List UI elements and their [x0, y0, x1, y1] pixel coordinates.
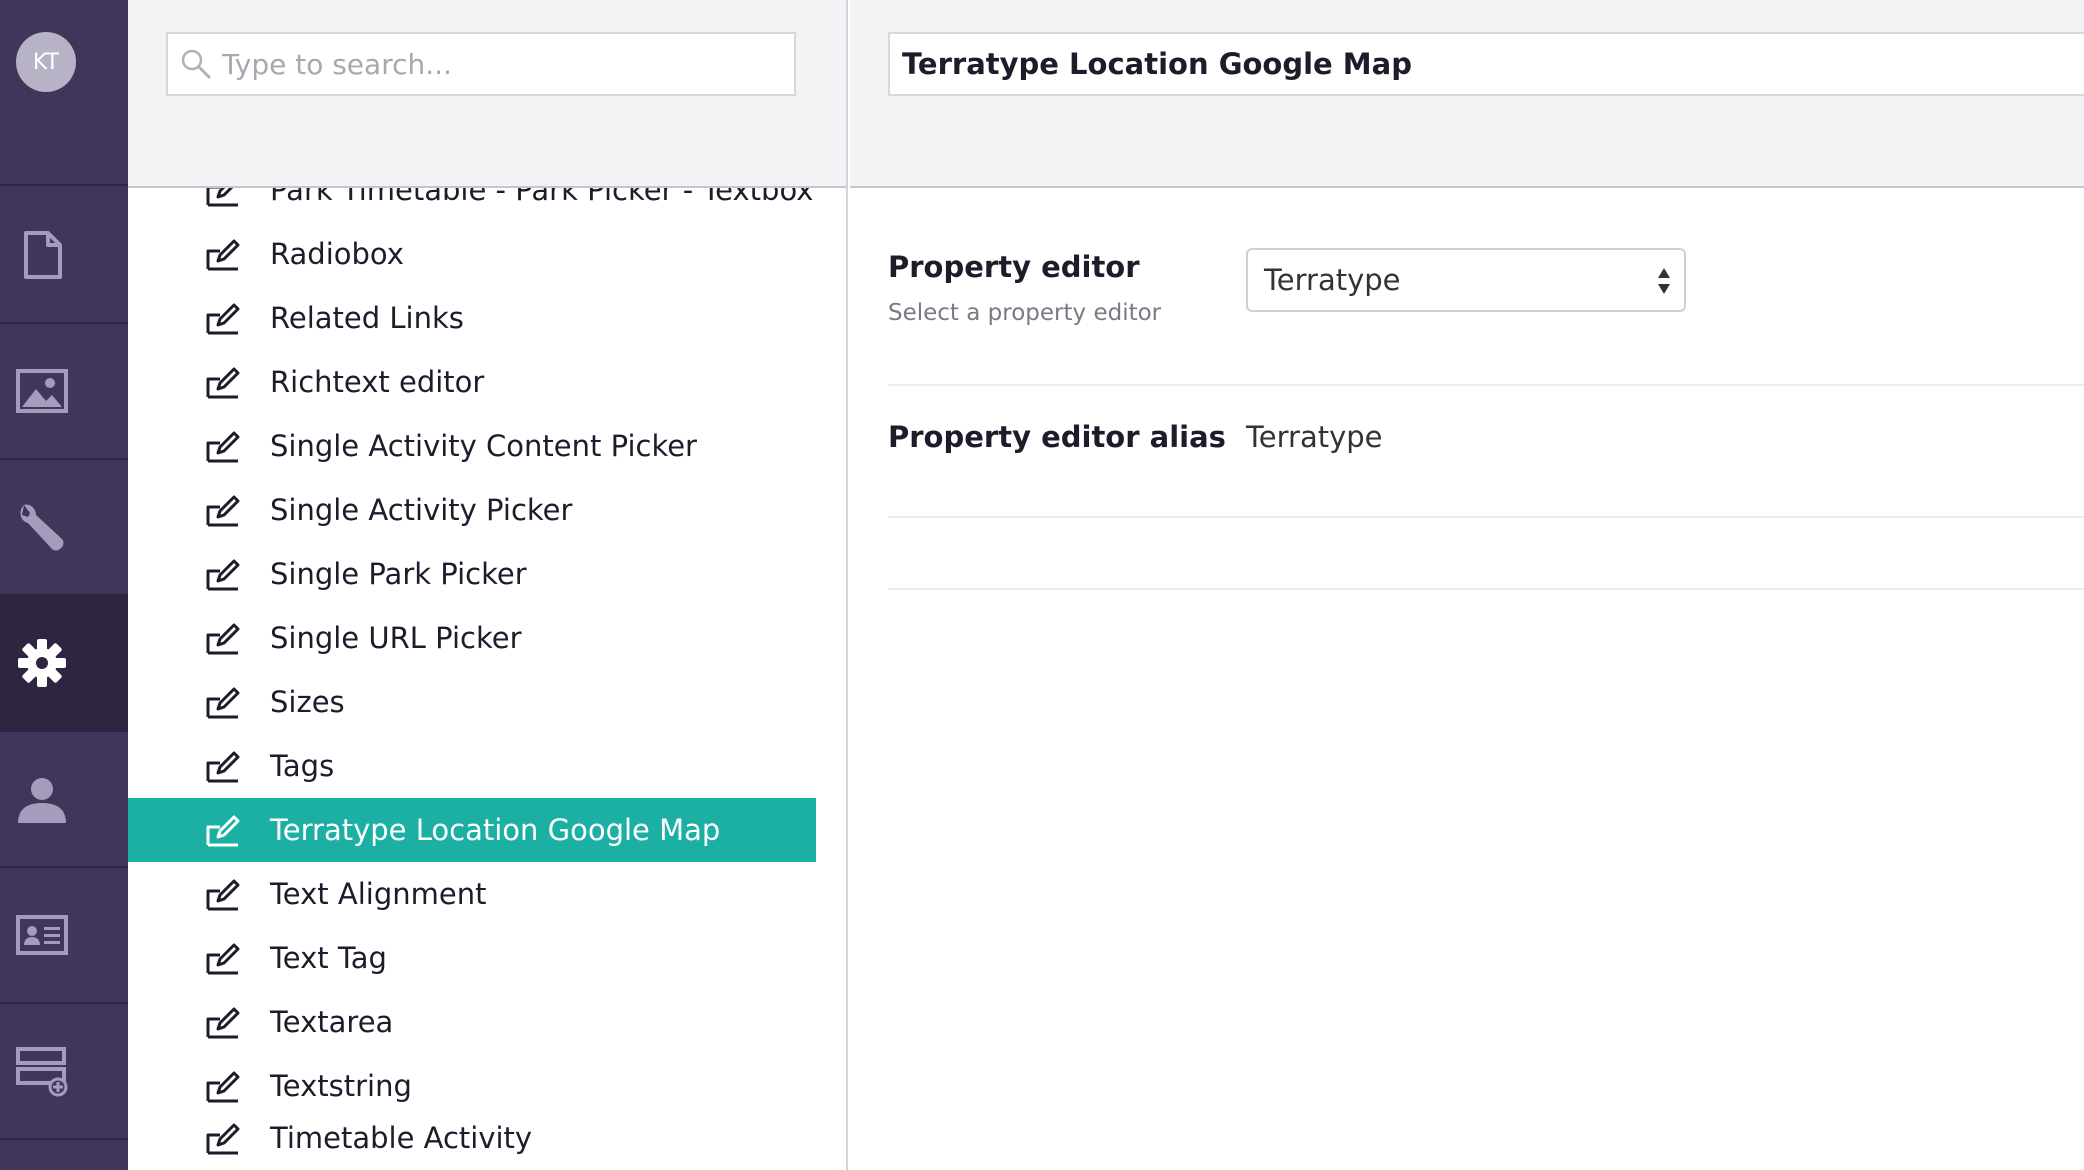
edit-icon [206, 943, 240, 975]
list-item[interactable]: Single Park Picker [128, 542, 816, 606]
property-editor-label: Property editor [888, 250, 1140, 284]
property-editor-alias-value: Terratype [1246, 420, 1383, 454]
nav-members[interactable] [0, 868, 128, 1004]
edit-icon [206, 303, 240, 335]
user-icon [18, 778, 66, 823]
list-item[interactable]: Richtext editor [128, 350, 816, 414]
edit-icon [206, 623, 240, 655]
list-item[interactable]: Related Links [128, 286, 816, 350]
edit-icon [206, 1071, 240, 1103]
edit-icon [206, 751, 240, 783]
list-item[interactable]: Single URL Picker [128, 606, 816, 670]
tree-header [128, 0, 846, 188]
list-item[interactable]: Park Timetable - Park Picker - Textbox [128, 188, 816, 222]
divider [888, 384, 2084, 386]
document-icon [24, 231, 62, 279]
edit-icon [206, 188, 238, 207]
list-item[interactable]: Single Activity Content Picker [128, 414, 816, 478]
select-arrows-icon [1658, 268, 1670, 294]
edit-icon [206, 879, 240, 911]
list-item[interactable]: Tags [128, 734, 816, 798]
nav-developer[interactable] [0, 460, 128, 596]
edit-icon [206, 1007, 240, 1039]
list-item[interactable]: Radiobox [128, 222, 816, 286]
avatar[interactable]: KT [16, 32, 76, 92]
editor-header: Terratype Location Google Map [850, 0, 2084, 188]
list-item[interactable]: Timetable Activity [128, 1106, 816, 1170]
list-item[interactable]: Textarea [128, 990, 816, 1054]
edit-icon [206, 239, 240, 271]
divider [888, 588, 2084, 590]
list-item[interactable]: Sizes [128, 670, 816, 734]
name-field[interactable]: Terratype Location Google Map [888, 32, 2084, 96]
edit-icon [206, 367, 240, 399]
form-add-icon [16, 1047, 68, 1097]
nav-settings[interactable] [0, 596, 128, 732]
property-editor-alias-label: Property editor alias [888, 420, 1226, 454]
gear-icon [18, 639, 66, 687]
avatar-area: KT [0, 0, 128, 186]
list-item[interactable]: Text Tag [128, 926, 816, 990]
wrench-icon [20, 504, 64, 551]
edit-icon [206, 687, 240, 719]
list-item[interactable]: Single Activity Picker [128, 478, 816, 542]
left-nav: KT [0, 0, 128, 1170]
nav-forms[interactable] [0, 1004, 128, 1140]
search-box[interactable] [166, 32, 796, 96]
list-item[interactable]: Text Alignment [128, 862, 816, 926]
property-editor-description: Select a property editor [888, 300, 1162, 326]
edit-icon [206, 559, 240, 591]
image-icon [16, 369, 68, 413]
nav-content[interactable] [0, 188, 128, 324]
app: KT Type to search... Park Timetable - Pa… [0, 0, 2084, 1170]
divider [888, 516, 2084, 518]
property-editor-select[interactable]: Terratype [1246, 248, 1686, 312]
search-input[interactable] [222, 47, 782, 81]
nav-users[interactable] [0, 732, 128, 868]
tree-panel: Park Timetable - Park Picker - Textbox R… [128, 0, 968, 1170]
edit-icon [206, 495, 240, 527]
tree-list: Park Timetable - Park Picker - Textbox R… [128, 188, 816, 1170]
id-card-icon [16, 915, 68, 955]
property-editor-value: Terratype [1264, 263, 1401, 297]
edit-icon [206, 431, 240, 463]
list-item-selected[interactable]: Terratype Location Google Map [128, 798, 816, 862]
edit-icon [206, 815, 240, 847]
edit-icon [206, 1123, 240, 1155]
search-icon [181, 49, 211, 79]
editor-panel: Terratype Location Google Map Property e… [850, 0, 2084, 1170]
nav-media[interactable] [0, 324, 128, 460]
